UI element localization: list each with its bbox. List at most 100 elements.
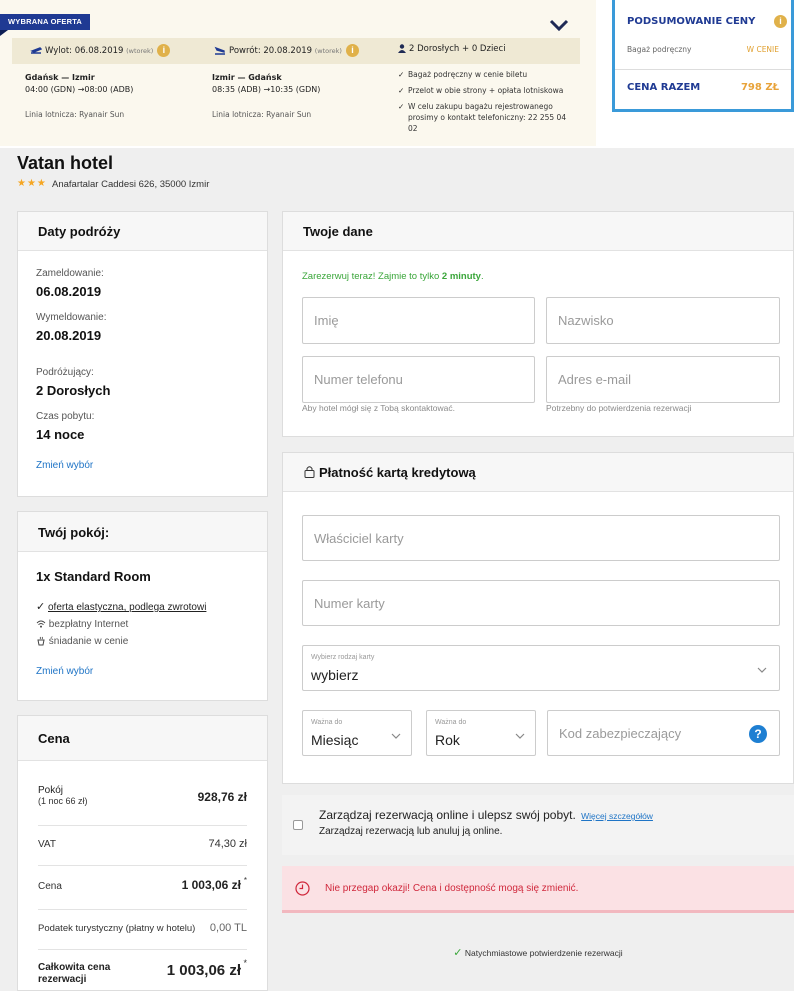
selected-offer-tag: WYBRANA OFERTA [0, 14, 91, 30]
flexible-offer-link[interactable]: oferta elastyczna, podlega zwrotowi [48, 602, 206, 613]
flight-check-text: W celu zakupu bagażu rejestrowanego [408, 102, 553, 111]
hotel-name: Vatan hotel [17, 153, 114, 173]
total-label-1: Całkowita cena [38, 962, 111, 973]
payment-title: Płatność kartą kredytową [319, 465, 476, 480]
return-day: (wtorek) [314, 47, 342, 55]
hotel-stars: ★★★ [17, 178, 47, 189]
outbound-label: Wylot: 06.08.2019 [45, 46, 124, 56]
outbound-day: (wtorek) [126, 47, 154, 55]
card-holder-input[interactable]: Właściciel karty [302, 515, 780, 561]
outbound-details: Gdańsk — Izmir 04:00 (GDN) →08:00 (ADB) [25, 72, 133, 96]
card-type-label: Wybierz rodzaj karty [311, 654, 375, 661]
checkout-label: Wymeldowanie: [36, 312, 107, 323]
flight-check-3: ✓ W celu zakupu bagażu rejestrowanego [398, 101, 553, 112]
cvv-input[interactable]: Kod zabezpieczający ? [547, 710, 780, 756]
total-label-2: rezerwacji [38, 974, 87, 985]
return-info: Powrót: 20.08.2019 (wtorek) i [214, 44, 359, 57]
alert-text: Nie przegap okazji! Cena i dostępność mo… [325, 883, 579, 894]
breakfast-icon [37, 637, 45, 646]
first-name-input[interactable]: Imię [302, 297, 535, 344]
room-card: Twój pokój: 1x Standard Room ✓ oferta el… [17, 511, 268, 701]
flight-check-text: Przelot w obie strony + opłata lotniskow… [408, 86, 564, 95]
summary-baggage-label: Bagaż podręczny [627, 45, 692, 54]
expiry-month-select[interactable]: Ważna do Miesiąc [302, 710, 412, 756]
trip-dates-card: Daty podróży Zameldowanie: 06.08.2019 Wy… [17, 211, 268, 497]
personal-details-card: Twoje dane Zarezerwuj teraz! Zajmie to t… [282, 211, 794, 437]
manage-booking-section: Zarządzaj rezerwacją online i ulepsz swó… [282, 795, 794, 855]
manage-booking-subtitle: Zarządzaj rezerwacją lub anuluj ją onlin… [319, 826, 503, 837]
instant-confirmation: ✓ Natychmiastowe potwierdzenie rezerwacj… [282, 946, 794, 959]
room-feature-flexible[interactable]: ✓ oferta elastyczna, podlega zwrotowi [36, 600, 206, 613]
more-details-link[interactable]: Więcej szczegółów [581, 811, 653, 821]
outbound-info: Wylot: 06.08.2019 (wtorek) i [30, 44, 171, 57]
last-name-input[interactable]: Nazwisko [546, 297, 780, 344]
manage-booking-checkbox[interactable] [293, 820, 303, 830]
info-icon[interactable]: i [774, 15, 787, 28]
flight-check-3-line2: prosimy o kontakt telefoniczny: 22 255 0… [408, 113, 567, 122]
plane-landing-icon [214, 46, 225, 55]
check-icon: ✓ [36, 601, 46, 613]
stay-length-label: Czas pobytu: [36, 411, 95, 422]
price-row-room: Pokój (1 noc 66 zł) 928,76 zł [38, 782, 247, 826]
promo-bold: 2 minuty [441, 271, 481, 282]
info-icon[interactable]: i [157, 44, 171, 57]
change-room-link[interactable]: Zmień wybór [36, 666, 93, 677]
check-icon: ✓ [398, 102, 405, 111]
email-input[interactable]: Adres e-mail [546, 356, 780, 403]
hotel-address: Anafartalar Caddesi 626, 35000 Izmir [52, 179, 210, 190]
total-value: 1 003,06 zł [166, 962, 241, 979]
tax-value: 0,00 TL [209, 922, 247, 934]
card-number-placeholder: Numer karty [314, 596, 385, 611]
phone-input[interactable]: Numer telefonu [302, 356, 535, 403]
outbound-airline: Linia lotnicza: Ryanair Sun [25, 110, 125, 119]
card-number-input[interactable]: Numer karty [302, 580, 780, 626]
travelers-value: 2 Dorosłych [36, 383, 111, 398]
phone-placeholder: Numer telefonu [314, 372, 403, 387]
manage-booking-title: Zarządzaj rezerwacją online i ulepsz swó… [319, 808, 576, 822]
stay-length-value: 14 noce [36, 427, 85, 442]
passengers-info: 2 Dorosłych + 0 Dzieci [398, 44, 506, 54]
help-icon[interactable]: ? [749, 725, 767, 743]
room-feature-internet: bezpłatny Internet [36, 619, 128, 630]
breakfast-text: śniadanie w cenie [48, 636, 129, 647]
wifi-icon [36, 620, 46, 628]
change-dates-link[interactable]: Zmień wybór [36, 460, 93, 471]
details-header: Twoje dane [283, 212, 793, 251]
room-price-value: 928,76 zł [197, 790, 247, 804]
price-row-vat: VAT 74,30 zł [38, 826, 247, 866]
info-icon[interactable]: i [345, 44, 359, 57]
price-title: Cena [38, 731, 70, 746]
room-name: 1x Standard Room [36, 569, 151, 584]
expiry-year-select[interactable]: Ważna do Rok [426, 710, 536, 756]
summary-total-value: 798 ZŁ [740, 82, 779, 93]
total-asterisk: * [243, 958, 247, 968]
price-alert-banner: Nie przegap okazji! Cena i dostępność mo… [282, 866, 794, 913]
room-header: Twój pokój: [18, 512, 267, 552]
manage-booking-title-row: Zarządzaj rezerwacją online i ulepsz swó… [319, 808, 653, 822]
expiry-month-label: Ważna do [311, 719, 343, 726]
plane-takeoff-icon [30, 47, 43, 54]
lock-icon [304, 466, 315, 478]
cvv-placeholder: Kod zabezpieczający [559, 726, 682, 741]
flight-check-1: ✓ Bagaż podręczny w cenie biletu [398, 69, 527, 80]
price-label: Cena [38, 881, 62, 892]
expiry-year-value: Rok [435, 732, 460, 748]
internet-text: bezpłatny Internet [48, 619, 129, 630]
return-details: Izmir — Gdańsk 08:35 (ADB) →10:35 (GDN) [212, 72, 320, 96]
summary-title: PODSUMOWANIE CENY [627, 16, 756, 27]
chevron-down-icon [757, 667, 767, 673]
card-holder-placeholder: Właściciel karty [314, 531, 404, 546]
travelers-label: Podróżujący: [36, 367, 94, 378]
checkin-value: 06.08.2019 [36, 284, 102, 299]
check-icon: ✓ [398, 86, 405, 95]
card-type-select[interactable]: Wybierz rodzaj karty wybierz [302, 645, 780, 691]
price-asterisk: * [243, 876, 247, 885]
check-icon: ✓ [398, 70, 405, 79]
promo-text: Zarezerwuj teraz! Zajmie to tylko 2 minu… [302, 271, 484, 282]
price-row-total: Całkowita cena rezerwacji 1 003,06 zł * [38, 950, 247, 992]
flight-check-2: ✓ Przelot w obie strony + opłata lotnisko… [398, 85, 563, 96]
chevron-down-icon[interactable] [548, 16, 570, 34]
person-icon [398, 44, 406, 53]
checkin-label: Zameldowanie: [36, 268, 104, 279]
vat-label: VAT [38, 839, 56, 850]
